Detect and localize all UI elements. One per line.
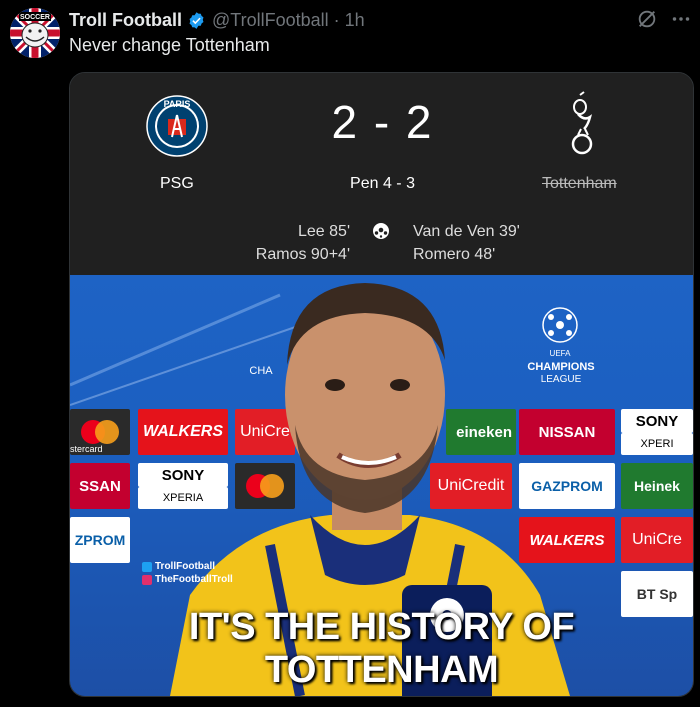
post-time[interactable]: 1h — [345, 10, 365, 31]
away-team-name: Tottenham — [542, 175, 617, 192]
svg-text:SOCCER: SOCCER — [20, 14, 50, 21]
penalty-score: Pen 4 - 3 — [350, 175, 415, 192]
scorer-entry: Romero 48' — [413, 246, 496, 263]
match-score: 2 - 2 — [331, 96, 434, 148]
separator-dot: · — [333, 9, 340, 30]
sponsor-board: ZPROM — [70, 517, 130, 563]
tweet-text: Never change Tottenham — [69, 35, 270, 55]
away-scorers: Van de Ven 39' Romero 48' — [413, 220, 520, 266]
interview-photo: UEFA CHAMPIONS LEAGUE CHA stercard WALKE… — [70, 275, 693, 696]
scorer-entry: Lee 85' — [298, 223, 350, 240]
sponsor-board: XPERI — [621, 433, 693, 455]
instagram-handle-text: TheFootballTroll — [155, 574, 233, 585]
scorer-entry: Van de Ven 39' — [413, 223, 520, 240]
twitter-handle-text: TrollFootball — [155, 561, 215, 572]
instagram-credit: TheFootballTroll — [142, 574, 233, 585]
sponsor-board: SONY — [621, 409, 693, 433]
tottenham-logo-icon — [571, 91, 593, 155]
sponsor-board: SSAN — [70, 463, 130, 509]
verified-badge-icon[interactable] — [187, 11, 206, 30]
football-icon — [373, 223, 389, 239]
tweet-media[interactable]: PARIS PSG Tottenham 2 - 2 Pen 4 - 3 Lee … — [69, 72, 694, 697]
avatar[interactable]: SOCCER — [10, 8, 60, 58]
home-scorers: Lee 85' Ramos 90+4' — [256, 220, 350, 266]
instagram-icon — [142, 574, 152, 585]
meme-caption: IT'S THE HISTORY OF TOTTENHAM — [188, 606, 575, 691]
twitter-icon — [142, 561, 152, 572]
sponsor-board-text: stercard — [70, 444, 103, 454]
more-options-icon[interactable] — [668, 6, 694, 32]
home-team-name: PSG — [160, 175, 194, 192]
tweet-header: Troll Football @TrollFootball · 1h — [69, 8, 680, 32]
sponsor-board: Heinek — [621, 463, 693, 509]
twitter-credit: TrollFootball — [142, 561, 215, 572]
score-panel: PARIS PSG Tottenham 2 - 2 Pen 4 - 3 Lee … — [70, 73, 693, 275]
svg-text:PARIS: PARIS — [164, 99, 191, 109]
grok-icon[interactable] — [636, 8, 658, 30]
sponsor-board: UniCre — [621, 517, 693, 563]
troll-face-logo-icon: SOCCER — [10, 8, 60, 58]
user-handle[interactable]: @TrollFootball — [212, 10, 329, 31]
psg-logo-icon: PARIS — [146, 95, 208, 157]
scorer-entry: Ramos 90+4' — [255, 246, 350, 263]
display-name[interactable]: Troll Football — [69, 10, 182, 31]
